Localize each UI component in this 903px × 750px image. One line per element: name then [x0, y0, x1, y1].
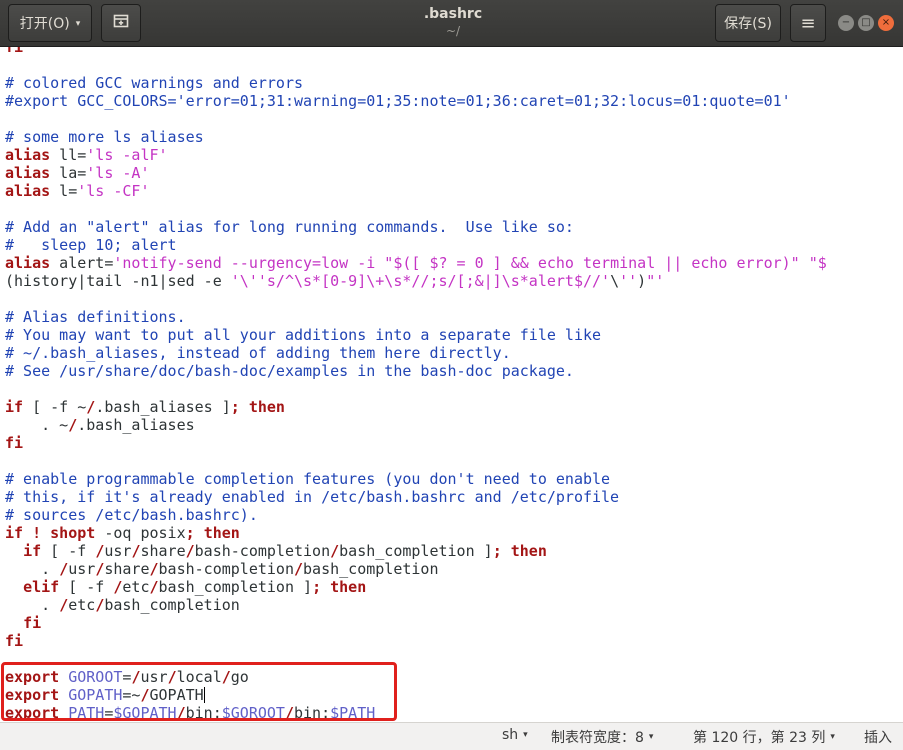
new-document-button[interactable] — [101, 4, 141, 42]
window-title: .bashrc — [423, 6, 483, 22]
code-line[interactable]: ​ — [5, 650, 827, 668]
chevron-down-icon: ▾ — [75, 19, 81, 29]
code-line[interactable]: # some more ls aliases — [5, 128, 827, 146]
window-subtitle: ~/ — [445, 24, 461, 38]
close-icon: × — [881, 17, 891, 28]
code-line[interactable]: ​ — [5, 200, 827, 218]
open-button-label: 打开(O) — [19, 16, 70, 32]
header-bar: 打开(O) ▾ .bashrc ~/ 保存(S) ≡ − □ × — [0, 0, 903, 47]
minimize-icon: − — [841, 17, 851, 28]
cursor-position-label: 第 120 行，第 23 列 — [693, 730, 826, 746]
code-line[interactable]: # Alias definitions. — [5, 308, 827, 326]
chevron-down-icon: ▾ — [523, 730, 528, 740]
code-line[interactable]: ​ — [5, 380, 827, 398]
code-line[interactable]: ​ — [5, 452, 827, 470]
code-line[interactable]: ​ — [5, 56, 827, 74]
code-line[interactable]: alias la='ls -A' — [5, 164, 827, 182]
code-line[interactable]: export GOPATH=~/GOPATH — [5, 686, 827, 704]
open-button[interactable]: 打开(O) ▾ — [8, 4, 92, 42]
code-line[interactable]: # sleep 10; alert — [5, 236, 827, 254]
code-line[interactable]: # sources /etc/bash.bashrc). — [5, 506, 827, 524]
code-line[interactable]: if [ -f /usr/share/bash-completion/bash_… — [5, 542, 827, 560]
cursor-position-selector[interactable]: 第 120 行，第 23 列 ▾ — [693, 727, 835, 747]
code-line[interactable]: # Add an "alert" alias for long running … — [5, 218, 827, 236]
tab-width-label: 制表符宽度：8 — [551, 730, 644, 746]
code-line[interactable]: # enable programmable completion feature… — [5, 470, 827, 488]
window-title-group: .bashrc ~/ — [353, 5, 553, 39]
code-line[interactable]: fi — [5, 434, 827, 452]
code-line[interactable]: . /usr/share/bash-completion/bash_comple… — [5, 560, 827, 578]
tab-width-selector[interactable]: 制表符宽度：8 ▾ — [551, 727, 653, 747]
code-line[interactable]: #export GCC_COLORS='error=01;31:warning=… — [5, 92, 827, 110]
code-line[interactable]: . /etc/bash_completion — [5, 596, 827, 614]
code-line[interactable]: fi — [5, 47, 827, 56]
maximize-window-button[interactable]: □ — [858, 15, 874, 31]
maximize-icon: □ — [861, 17, 871, 28]
status-bar: sh ▾ 制表符宽度：8 ▾ 第 120 行，第 23 列 ▾ 插入 — [0, 722, 903, 750]
code-view[interactable]: fi​# colored GCC warnings and errors#exp… — [5, 47, 827, 722]
save-button-label: 保存(S) — [724, 16, 772, 32]
insert-mode-label: 插入 — [864, 730, 892, 746]
code-line[interactable]: # You may want to put all your additions… — [5, 326, 827, 344]
code-line[interactable]: fi — [5, 614, 827, 632]
code-line[interactable]: . ~/.bash_aliases — [5, 416, 827, 434]
code-line[interactable]: export GOROOT=/usr/local/go — [5, 668, 827, 686]
save-button[interactable]: 保存(S) — [715, 4, 781, 42]
text-cursor — [203, 687, 205, 703]
language-selector[interactable]: sh ▾ — [502, 727, 528, 743]
code-line[interactable]: ​ — [5, 290, 827, 308]
minimize-window-button[interactable]: − — [838, 15, 854, 31]
new-document-icon — [112, 12, 130, 34]
code-line[interactable]: elif [ -f /etc/bash_completion ]; then — [5, 578, 827, 596]
code-line[interactable]: if [ -f ~/.bash_aliases ]; then — [5, 398, 827, 416]
code-line[interactable]: # colored GCC warnings and errors — [5, 74, 827, 92]
code-line[interactable]: alias l='ls -CF' — [5, 182, 827, 200]
code-line[interactable]: # ~/.bash_aliases, instead of adding the… — [5, 344, 827, 362]
code-line[interactable]: alias alert='notify-send --urgency=low -… — [5, 254, 827, 272]
hamburger-menu-icon: ≡ — [800, 12, 816, 34]
code-line[interactable]: alias ll='ls -alF' — [5, 146, 827, 164]
code-line[interactable]: if ! shopt -oq posix; then — [5, 524, 827, 542]
language-label: sh — [502, 727, 519, 743]
code-line[interactable]: fi — [5, 632, 827, 650]
chevron-down-icon: ▾ — [648, 732, 654, 742]
code-line[interactable]: # this, if it's already enabled in /etc/… — [5, 488, 827, 506]
close-window-button[interactable]: × — [878, 15, 894, 31]
text-editor[interactable]: fi​# colored GCC warnings and errors#exp… — [0, 47, 903, 722]
code-line[interactable]: export PATH=$GOPATH/bin:$GOROOT/bin:$PAT… — [5, 704, 827, 722]
code-line[interactable]: (history|tail -n1|sed -e '\''s/^\s*[0-9]… — [5, 272, 827, 290]
code-line[interactable]: ​ — [5, 110, 827, 128]
insert-mode-indicator[interactable]: 插入 — [864, 727, 892, 747]
menu-button[interactable]: ≡ — [790, 4, 826, 42]
code-line[interactable]: # See /usr/share/doc/bash-doc/examples i… — [5, 362, 827, 380]
chevron-down-icon: ▾ — [830, 732, 835, 742]
